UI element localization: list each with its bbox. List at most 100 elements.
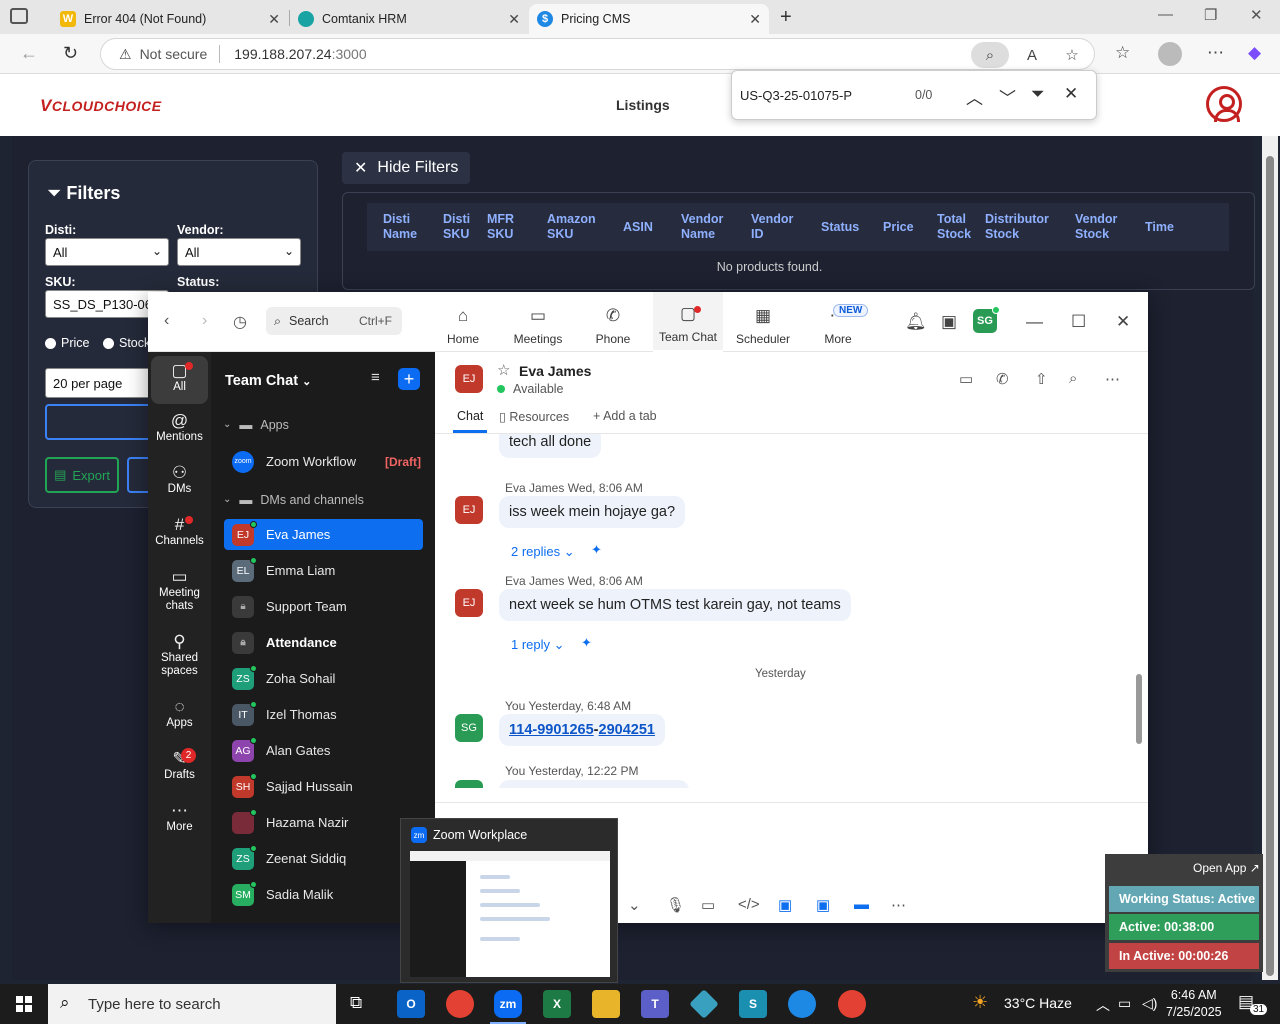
new-chat-button[interactable]: + [398, 368, 420, 390]
column-header[interactable]: Status [805, 203, 867, 251]
favorite-star-icon[interactable]: ☆ [1053, 42, 1091, 68]
ai-sparkle-icon[interactable]: ✦ [581, 635, 592, 651]
radio-price[interactable]: Price [45, 336, 89, 350]
column-header[interactable]: Vendor Stock [1059, 203, 1129, 251]
list-item[interactable]: SM Sadia Malik [224, 879, 423, 910]
tab-home[interactable]: ⌂ Home [428, 292, 498, 352]
chrome-icon[interactable] [446, 990, 474, 1018]
rail-apps[interactable]: ◌ Apps [151, 698, 208, 730]
close-tab-icon[interactable]: ✕ [268, 11, 280, 28]
column-header[interactable]: Vendor ID [735, 203, 805, 251]
group-apps[interactable]: ⌄ ▬ Apps [223, 417, 289, 432]
list-item[interactable]: EJ Eva James [224, 519, 423, 550]
copilot-icon[interactable]: ◆ [1248, 43, 1261, 63]
list-item[interactable]: AG Alan Gates [224, 735, 423, 766]
more-dots-icon[interactable]: ⋯ [891, 896, 906, 914]
column-header[interactable]: Total Stock [921, 203, 971, 251]
rail-drafts[interactable]: ✎ Drafts [151, 750, 208, 782]
new-tab-icon[interactable]: + [780, 6, 792, 29]
zoom-search[interactable]: ⌕ Search Ctrl+F [266, 307, 402, 335]
sender-avatar[interactable]: SG [455, 780, 483, 788]
filter-icon[interactable]: ≡ [371, 369, 380, 386]
find-in-page-icon[interactable]: ⌕ [971, 42, 1009, 68]
tab-phone[interactable]: ✆ Phone [578, 292, 648, 352]
phone-icon[interactable]: ✆ [996, 370, 1009, 388]
star-icon[interactable]: ☆ [497, 361, 510, 379]
outlook-icon[interactable]: O [397, 990, 425, 1018]
app-s-icon[interactable]: S [739, 990, 767, 1018]
open-app-link[interactable]: Open App ↗ [1193, 861, 1260, 875]
close-icon[interactable]: ✕ [1064, 84, 1078, 104]
page-scrollbar[interactable] [1262, 136, 1278, 980]
column-header[interactable]: Amazon SKU [531, 203, 607, 251]
network-icon[interactable]: ▭ [1118, 995, 1131, 1012]
radio-stock[interactable]: Stock [103, 336, 150, 350]
tab-comtanix-hrm[interactable]: Comtanix HRM ✕ [290, 4, 528, 34]
chevron-up-icon[interactable]: ︿ [966, 84, 983, 109]
edge-icon[interactable] [788, 990, 816, 1018]
contact-name[interactable]: Eva James [519, 363, 591, 379]
windows-start-icon[interactable] [16, 996, 32, 1012]
profile-avatar[interactable] [1158, 42, 1182, 66]
column-header[interactable]: MFR SKU [471, 203, 531, 251]
tab-scheduler[interactable]: ▦ Scheduler [728, 292, 798, 352]
nav-listings[interactable]: Listings [616, 97, 670, 113]
phone-link[interactable]: 2904251 [599, 722, 655, 738]
list-item[interactable]: 🔒︎ Attendance [224, 627, 423, 658]
column-header[interactable]: Vendor Name [665, 203, 735, 251]
ai-sparkle-icon[interactable]: ✦ [591, 542, 602, 558]
filter-icon[interactable]: ⏷ [1031, 84, 1045, 104]
chat-scrollbar[interactable] [1135, 434, 1143, 788]
vendor-select[interactable]: All ⌄ [177, 238, 301, 266]
close-tab-icon[interactable]: ✕ [749, 11, 761, 28]
replies-link[interactable]: 1 reply ⌄ [511, 637, 565, 653]
rail-shared-spaces[interactable]: ⚲ Shared spaces [151, 633, 208, 678]
list-item[interactable]: SH Sajjad Hussain [224, 771, 423, 802]
system-clock[interactable]: 6:46 AM 7/25/2025 [1166, 987, 1222, 1021]
list-item[interactable]: Hazama Nazir [224, 807, 423, 838]
file-explorer-icon[interactable] [592, 990, 620, 1018]
bell-icon[interactable]: 🔔︎ [905, 312, 927, 332]
sender-avatar[interactable]: EJ [455, 496, 483, 524]
maximize-icon[interactable]: ☐ [1071, 312, 1086, 332]
weather-text[interactable]: 33°C Haze [1004, 995, 1072, 1011]
excel-icon[interactable]: X [543, 990, 571, 1018]
list-item[interactable]: ZS Zoha Sohail [224, 663, 423, 694]
phone-link[interactable]: 114-9901265 [509, 722, 594, 738]
read-aloud-icon[interactable]: A [1013, 42, 1051, 68]
contact-avatar[interactable]: EJ [455, 365, 483, 393]
rail-channels[interactable]: # Channels [151, 516, 208, 548]
chrome-profile-icon[interactable] [838, 990, 866, 1018]
weather-icon[interactable]: ☀ [972, 992, 988, 1013]
user-account-icon[interactable] [1206, 86, 1242, 122]
task-view-icon[interactable]: ⧉ [350, 993, 362, 1013]
more-dots-icon[interactable]: ⋯ [1105, 370, 1120, 388]
tab-pricing-cms[interactable]: $ Pricing CMS ✕ [529, 4, 769, 34]
tab-chat[interactable]: Chat [457, 409, 483, 423]
code-icon[interactable]: </> [738, 896, 760, 913]
column-header[interactable]: Time [1129, 203, 1185, 251]
user-avatar[interactable]: SG [973, 306, 1000, 333]
search-icon[interactable]: ⌕ [1069, 370, 1077, 387]
url-field[interactable]: ⚠ Not secure 199.188.207.24:3000 ⌕ A ☆ [100, 38, 1095, 70]
list-item[interactable]: IT Izel Thomas [224, 699, 423, 730]
per-page-select[interactable]: 20 per page [45, 368, 165, 398]
tab-meetings[interactable]: ▭ Meetings [503, 292, 573, 352]
tab-more[interactable]: ⋯More [803, 292, 873, 352]
disti-select[interactable]: All ⌄ [45, 238, 169, 266]
tab-error-404[interactable]: W Error 404 (Not Found) ✕ [52, 4, 288, 34]
chevron-up-icon[interactable]: ︿ [1096, 995, 1110, 1015]
site-logo[interactable]: VCLOUDCHOICE [40, 96, 162, 116]
list-item[interactable]: ZS Zeenat Siddiq [224, 843, 423, 874]
rail-more[interactable]: ⋯ More [151, 802, 208, 834]
tab-actions-icon[interactable] [10, 8, 28, 24]
share-screen-icon[interactable]: ⇧ [1035, 370, 1048, 388]
minimize-icon[interactable]: — [1026, 312, 1043, 332]
rail-mentions[interactable]: @ Mentions [151, 412, 208, 444]
zoom-taskbar-icon[interactable]: zm [494, 990, 522, 1018]
rail-meeting-chats[interactable]: ▭ Meeting chats [151, 568, 208, 613]
back-icon[interactable]: ‹ [164, 312, 169, 330]
video-icon[interactable]: ▭ [959, 370, 973, 388]
forward-icon[interactable]: › [202, 312, 207, 330]
column-header[interactable]: Disti Name [367, 203, 427, 251]
